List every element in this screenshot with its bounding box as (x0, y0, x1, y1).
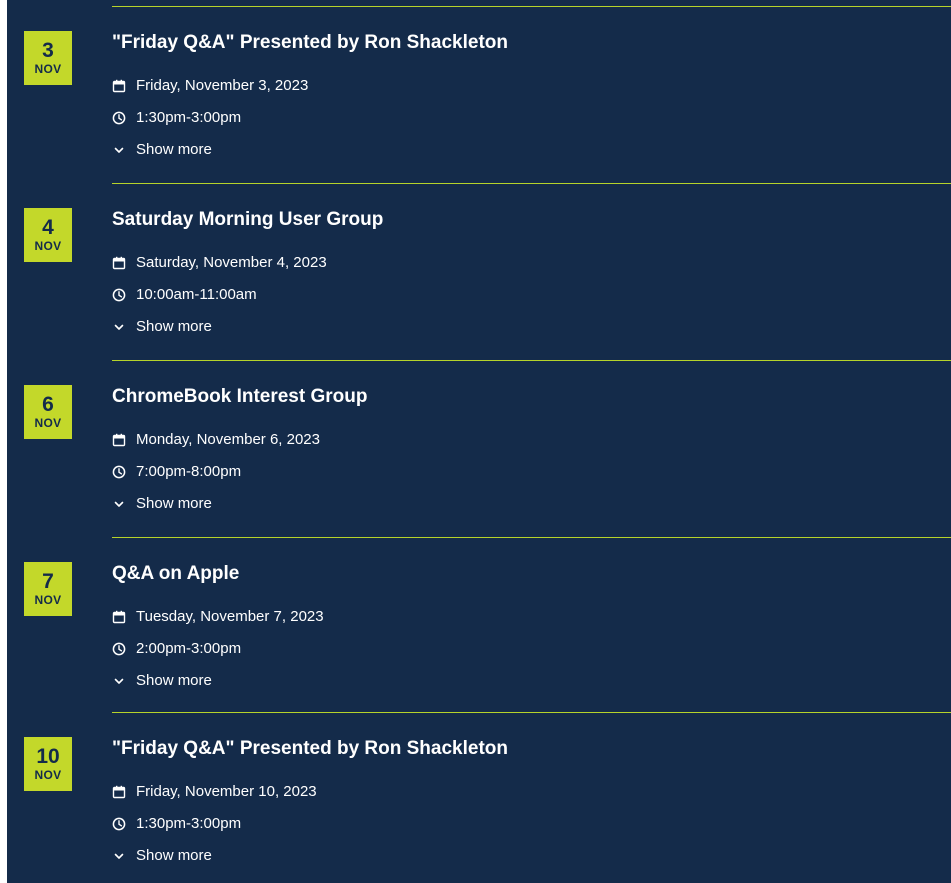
event-time: 7:00pm-8:00pm (112, 462, 241, 482)
show-more-label: Show more (136, 672, 212, 689)
chevron-down-icon (112, 143, 126, 157)
chevron-down-icon (112, 320, 126, 334)
event-title[interactable]: ChromeBook Interest Group (112, 385, 367, 409)
event-divider (112, 183, 951, 184)
calendar-icon (112, 433, 126, 447)
date-badge: 7 NOV (24, 562, 72, 616)
show-more-button[interactable]: Show more (112, 494, 212, 514)
event-item: 3 NOV "Friday Q&A" Presented by Ron Shac… (7, 0, 951, 177)
event-time-text: 7:00pm-8:00pm (136, 463, 242, 480)
calendar-icon (112, 785, 126, 799)
event-date-text: Saturday, November 4, 2023 (136, 254, 327, 271)
show-more-button[interactable]: Show more (112, 671, 212, 691)
show-more-label: Show more (136, 495, 212, 512)
event-title[interactable]: Q&A on Apple (112, 562, 239, 586)
event-date: Saturday, November 4, 2023 (112, 253, 327, 273)
event-date: Monday, November 6, 2023 (112, 430, 320, 450)
calendar-icon (112, 79, 126, 93)
event-time-text: 1:30pm-3:00pm (136, 109, 242, 126)
date-badge-month: NOV (34, 239, 62, 253)
event-item: 4 NOV Saturday Morning User Group Saturd… (7, 177, 951, 354)
event-time-text: 1:30pm-3:00pm (136, 815, 242, 832)
show-more-button[interactable]: Show more (112, 846, 212, 866)
date-badge: 4 NOV (24, 208, 72, 262)
show-more-button[interactable]: Show more (112, 140, 212, 160)
event-date-text: Friday, November 10, 2023 (136, 783, 317, 800)
event-date: Friday, November 3, 2023 (112, 76, 308, 96)
date-badge-month: NOV (34, 593, 62, 607)
date-badge-day: 7 (42, 570, 54, 593)
clock-icon (112, 817, 126, 831)
clock-icon (112, 465, 126, 479)
date-badge-day: 4 (42, 216, 54, 239)
clock-icon (112, 111, 126, 125)
date-badge-day: 6 (42, 393, 54, 416)
chevron-down-icon (112, 849, 126, 863)
event-date: Tuesday, November 7, 2023 (112, 607, 324, 627)
events-list: 3 NOV "Friday Q&A" Presented by Ron Shac… (7, 0, 951, 883)
clock-icon (112, 288, 126, 302)
chevron-down-icon (112, 497, 126, 511)
event-date-text: Friday, November 3, 2023 (136, 77, 309, 94)
date-badge-month: NOV (34, 768, 62, 782)
event-time-text: 2:00pm-3:00pm (136, 640, 242, 657)
event-title[interactable]: "Friday Q&A" Presented by Ron Shackleton (112, 737, 508, 761)
event-item: 7 NOV Q&A on Apple Tuesday, November 7, … (7, 531, 951, 708)
calendar-icon (112, 256, 126, 270)
event-title[interactable]: Saturday Morning User Group (112, 208, 383, 232)
event-time-text: 10:00am-11:00am (136, 286, 257, 303)
event-time: 10:00am-11:00am (112, 285, 257, 305)
show-more-label: Show more (136, 141, 212, 158)
event-time: 1:30pm-3:00pm (112, 108, 241, 128)
event-time: 2:00pm-3:00pm (112, 639, 241, 659)
event-date-text: Tuesday, November 7, 2023 (136, 608, 324, 625)
show-more-label: Show more (136, 318, 212, 335)
event-title[interactable]: "Friday Q&A" Presented by Ron Shackleton (112, 31, 508, 55)
event-item: 10 NOV "Friday Q&A" Presented by Ron Sha… (7, 706, 951, 883)
date-badge: 3 NOV (24, 31, 72, 85)
event-date: Friday, November 10, 2023 (112, 782, 317, 802)
event-item: 6 NOV ChromeBook Interest Group Monday, … (7, 354, 951, 531)
date-badge: 10 NOV (24, 737, 72, 791)
event-divider (112, 712, 951, 713)
date-badge-month: NOV (34, 62, 62, 76)
event-date-text: Monday, November 6, 2023 (136, 431, 320, 448)
show-more-button[interactable]: Show more (112, 317, 212, 337)
date-badge: 6 NOV (24, 385, 72, 439)
calendar-icon (112, 610, 126, 624)
date-badge-month: NOV (34, 416, 62, 430)
event-divider (112, 360, 951, 361)
event-divider (112, 6, 951, 7)
show-more-label: Show more (136, 847, 212, 864)
date-badge-day: 3 (42, 39, 54, 62)
event-divider (112, 537, 951, 538)
event-time: 1:30pm-3:00pm (112, 814, 241, 834)
chevron-down-icon (112, 674, 126, 688)
clock-icon (112, 642, 126, 656)
date-badge-day: 10 (36, 745, 60, 768)
